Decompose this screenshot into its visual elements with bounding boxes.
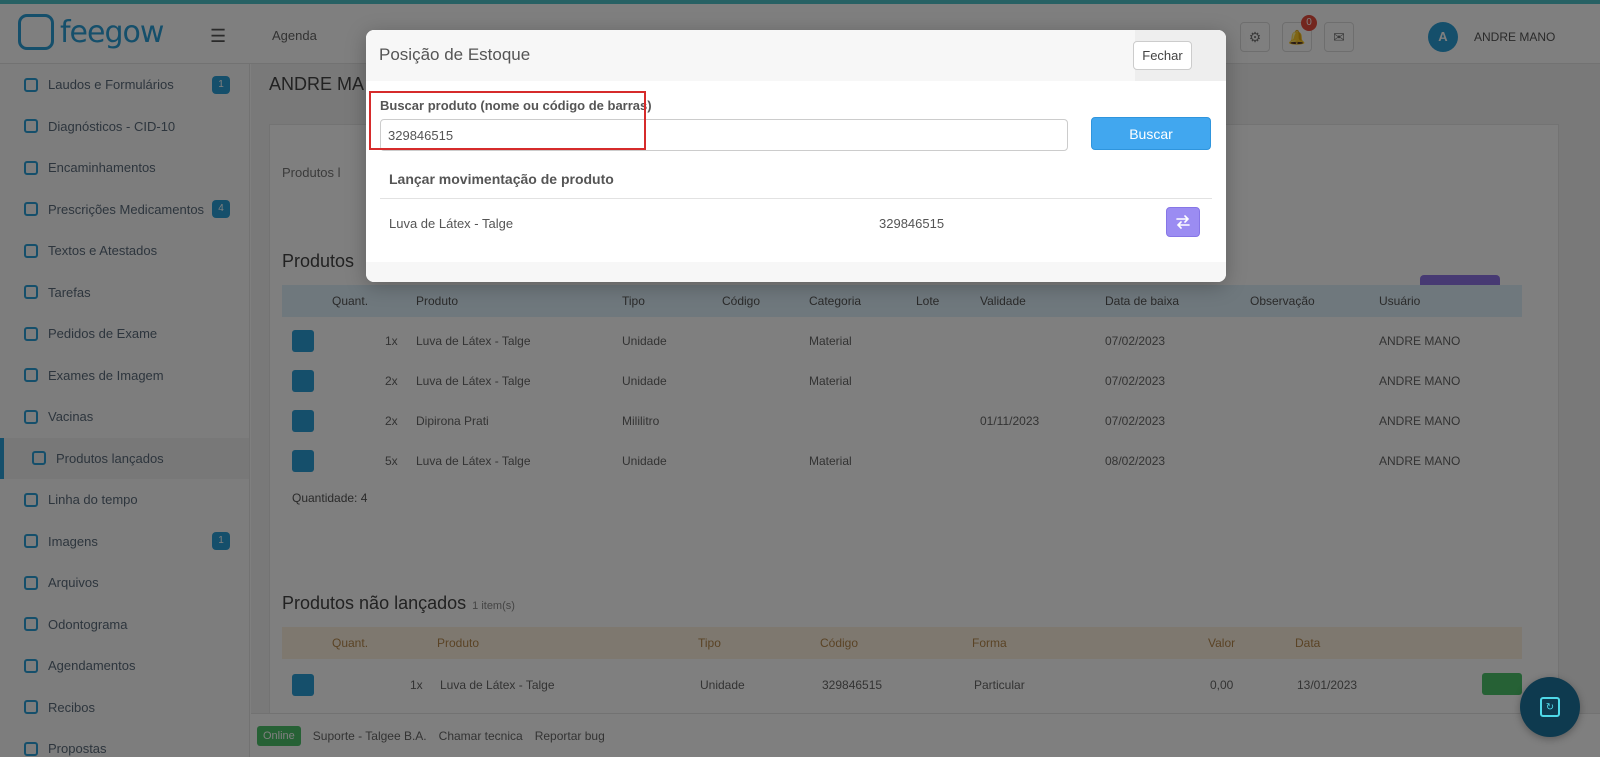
modal-title: Posição de Estoque — [379, 45, 531, 64]
swap-arrows-icon[interactable] — [1166, 207, 1200, 237]
modal-header: Posição de Estoque Fechar — [366, 30, 1226, 81]
results-divider — [380, 198, 1212, 199]
results-title: Lançar movimentação de produto — [389, 171, 614, 187]
result-product-name: Luva de Látex - Talge — [389, 216, 514, 231]
close-button[interactable]: Fechar — [1133, 41, 1192, 70]
result-product-code: 329846515 — [879, 216, 945, 231]
swap-arrows-svg — [1176, 215, 1190, 229]
modal-footer — [366, 262, 1226, 282]
chat-widget-icon: ↻ — [1540, 697, 1560, 717]
search-button[interactable]: Buscar — [1091, 117, 1211, 150]
stock-position-modal: Posição de Estoque Fechar Buscar produto… — [366, 30, 1226, 282]
search-label: Buscar produto (nome ou código de barras… — [380, 98, 652, 113]
chat-widget-button[interactable]: ↻ — [1520, 677, 1580, 737]
product-search-input[interactable] — [380, 119, 1068, 151]
